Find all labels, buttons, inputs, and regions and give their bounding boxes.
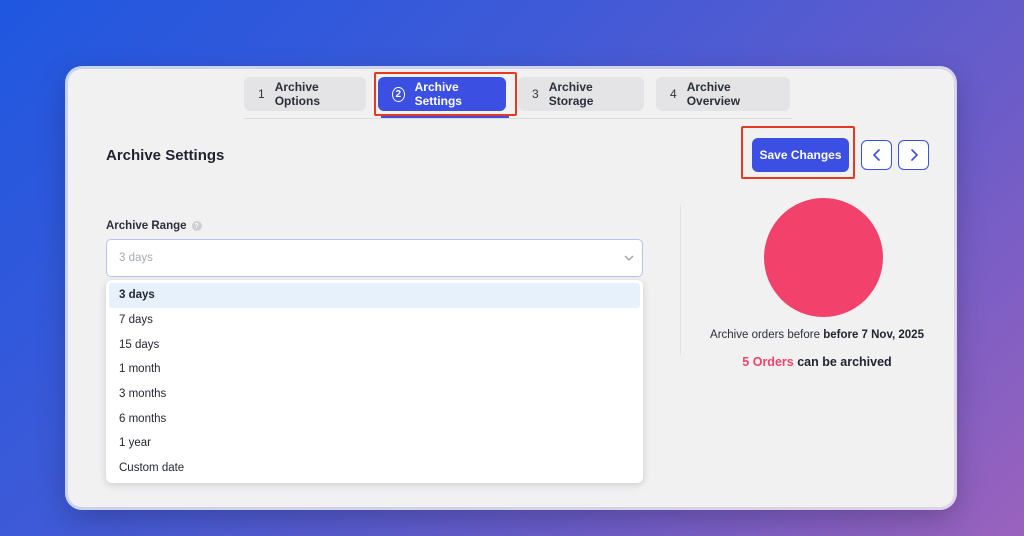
archive-range-value: 3 days xyxy=(119,252,153,264)
summary-prefix: Archive orders before xyxy=(710,329,820,341)
step-label: Archive Options xyxy=(274,80,321,108)
archive-range-label: Archive Range ? xyxy=(106,220,202,232)
orders-count: 5 Orders xyxy=(742,355,794,369)
step-number: 4 xyxy=(670,87,677,101)
chevron-right-icon xyxy=(910,149,918,161)
app-window: 1 Archive Options 2 Archive Settings 3 A… xyxy=(68,69,954,507)
step-number: 3 xyxy=(532,87,539,101)
count-suffix: can be archived xyxy=(797,355,892,369)
step-number: 2 xyxy=(392,86,405,102)
option-1-year[interactable]: 1 year xyxy=(109,431,640,456)
option-6-months[interactable]: 6 months xyxy=(109,406,640,431)
option-7-days[interactable]: 7 days xyxy=(109,308,640,333)
prev-button[interactable] xyxy=(861,140,892,170)
archive-count: 5 Orders can be archived xyxy=(680,355,954,369)
archive-range-select[interactable]: 3 days xyxy=(106,239,643,277)
next-button[interactable] xyxy=(898,140,929,170)
chevron-left-icon xyxy=(872,149,880,161)
summary-date: before 7 Nov, 2025 xyxy=(823,329,924,341)
step-archive-options[interactable]: 1 Archive Options xyxy=(244,77,366,111)
option-1-month[interactable]: 1 month xyxy=(109,357,640,382)
option-3-days[interactable]: 3 days xyxy=(109,283,640,308)
option-custom-date[interactable]: Custom date xyxy=(109,456,640,481)
step-archive-settings[interactable]: 2 Archive Settings xyxy=(378,77,506,111)
option-3-months[interactable]: 3 months xyxy=(109,382,640,407)
archive-range-dropdown: 3 days 7 days 15 days 1 month 3 months 6… xyxy=(106,280,643,483)
stepper: 1 Archive Options 2 Archive Settings 3 A… xyxy=(244,77,790,111)
step-label: Archive Storage xyxy=(548,80,594,108)
save-button[interactable]: Save Changes xyxy=(752,138,849,172)
archive-pie-chart xyxy=(764,198,883,317)
option-15-days[interactable]: 15 days xyxy=(109,332,640,357)
stepper-divider xyxy=(244,118,792,119)
step-label: Archive Overview xyxy=(686,80,741,108)
step-number: 1 xyxy=(258,87,265,101)
chevron-down-icon xyxy=(624,255,634,261)
page-title: Archive Settings xyxy=(106,147,225,164)
step-label: Archive Settings xyxy=(414,80,462,108)
active-step-underline xyxy=(381,115,509,118)
archive-range-label-text: Archive Range xyxy=(106,220,187,232)
step-archive-overview[interactable]: 4 Archive Overview xyxy=(656,77,790,111)
step-archive-storage[interactable]: 3 Archive Storage xyxy=(518,77,644,111)
info-icon[interactable]: ? xyxy=(191,221,202,231)
archive-summary: Archive orders before before 7 Nov, 2025 xyxy=(680,329,954,341)
